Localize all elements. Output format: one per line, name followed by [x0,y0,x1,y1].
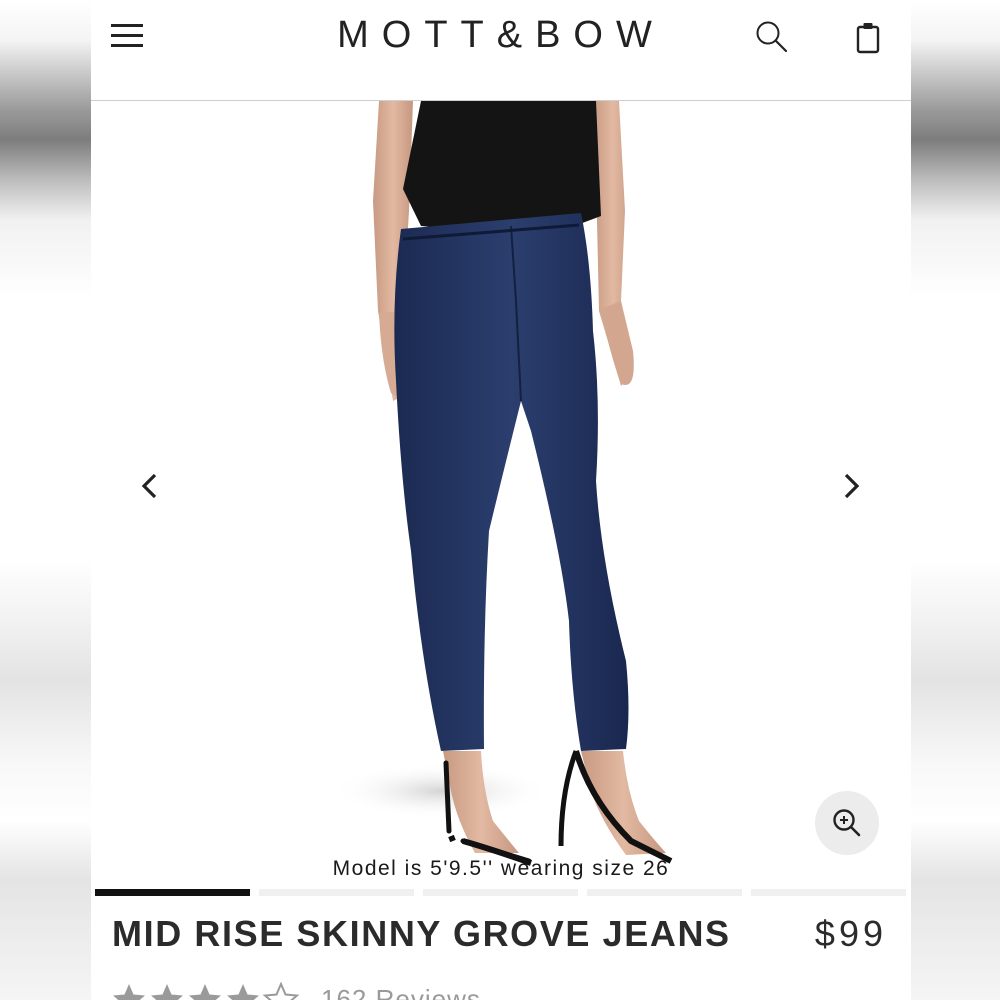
blurred-background-right [911,0,1000,1000]
previous-image-chevron-left-icon[interactable] [135,469,165,503]
slide-indicator-4[interactable] [587,889,742,896]
product-rating[interactable]: 162 Reviews [112,980,712,1000]
product-price: $99 [814,913,887,954]
slide-indicator-3[interactable] [423,889,578,896]
star-rating-icons [113,982,300,1000]
next-image-chevron-right-icon[interactable] [836,469,866,503]
search-icon[interactable] [755,20,789,54]
product-photo [331,101,673,866]
shopping-bag-icon[interactable] [853,20,883,54]
blurred-background-left [0,0,91,1000]
slide-indicator-2[interactable] [259,889,414,896]
slide-indicator-5[interactable] [751,889,906,896]
product-title: MID RISE SKINNY GROVE JEANS [112,913,731,954]
slide-indicator-1[interactable] [95,889,250,896]
product-page: MOTT&BOW Model is 5'9.5'' wearing size 2… [91,0,911,1000]
gallery-slide-indicators [95,889,907,897]
zoom-in-icon[interactable] [815,791,879,855]
hamburger-menu-icon[interactable] [111,22,145,48]
reviews-count-link[interactable]: 162 Reviews [321,984,481,1000]
site-header: MOTT&BOW [91,0,911,101]
model-size-caption: Model is 5'9.5'' wearing size 26 [332,857,670,880]
product-image-gallery[interactable]: Model is 5'9.5'' wearing size 26 [91,101,911,886]
brand-logo[interactable]: MOTT&BOW [321,14,681,57]
